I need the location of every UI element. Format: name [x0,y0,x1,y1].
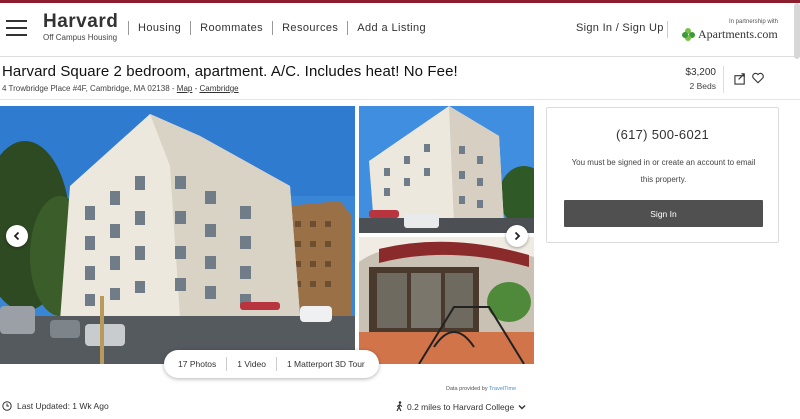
listing-title: Harvard Square 2 bedroom, apartment. A/C… [2,63,458,80]
contact-phone[interactable]: (617) 500-6021 [547,127,778,142]
gallery-prev-arrow[interactable] [6,225,28,247]
signin-link[interactable]: Sign In / Sign Up [576,22,664,34]
listing-price: $3,200 [685,67,716,78]
partner-logo[interactable]: In partnership with Apartments.com [682,19,782,41]
menu-icon[interactable] [6,20,27,36]
chevron-down-icon [518,404,526,409]
nav-housing[interactable]: Housing [128,21,190,35]
header-divider [667,21,668,38]
heart-icon[interactable] [752,72,764,84]
distance-dropdown[interactable]: 0.2 miles to Harvard College [395,401,526,412]
last-updated: Last Updated: 1 Wk Ago [2,401,109,411]
nav-resources[interactable]: Resources [272,21,347,35]
scrollbar[interactable] [794,3,800,59]
apartments-flower-icon [682,28,695,41]
listing-address: 4 Trowbridge Place #4F, Cambridge, MA 02… [2,84,239,93]
nav-add-listing[interactable]: Add a Listing [347,21,435,35]
chevron-right-icon [514,231,521,241]
data-provided-credit: Data provided by TravelTime [446,386,516,392]
address-text: 4 Trowbridge Place #4F, Cambridge, MA 02… [2,84,175,93]
listing-titlebar: Harvard Square 2 bedroom, apartment. A/C… [0,58,800,100]
main-nav: Housing Roommates Resources Add a Listin… [128,21,435,35]
video-button[interactable]: 1 Video [226,357,276,371]
matterport-button[interactable]: 1 Matterport 3D Tour [275,357,375,371]
listing-beds: 2 Beds [689,81,716,91]
media-bar: 17 Photos 1 Video 1 Matterport 3D Tour [164,350,379,378]
titlebar-divider [723,66,724,93]
gallery-next-arrow[interactable] [506,225,528,247]
data-provided-prefix: Data provided by [446,386,488,392]
brand-title: Harvard [43,11,119,32]
nav-roommates[interactable]: Roommates [190,21,272,35]
partner-caption: In partnership with [728,19,778,25]
distance-text: 0.2 miles to Harvard College [407,401,515,412]
share-icon[interactable] [734,72,747,85]
photos-button[interactable]: 17 Photos [168,357,226,371]
address-dash: - [194,84,198,93]
main-photo[interactable] [0,106,355,364]
signin-button[interactable]: Sign In [564,200,763,227]
partner-name: Apartments.com [698,27,778,41]
photo-gallery [0,106,534,380]
chevron-left-icon [13,231,20,241]
brand-subtitle: Off Campus Housing [43,33,118,42]
last-updated-text: Last Updated: 1 Wk Ago [17,401,109,411]
listing-meta-row: Last Updated: 1 Wk Ago 0.2 miles to Harv… [0,397,800,419]
brand-logo[interactable]: Harvard Off Campus Housing [43,12,118,43]
clock-icon [2,401,12,411]
contact-card: (617) 500-6021 You must be signed in or … [546,107,779,243]
contact-note: You must be signed in or create an accou… [571,158,756,184]
secondary-photo-1[interactable] [359,106,534,233]
walking-person-icon [396,401,403,412]
map-link[interactable]: Map [177,84,193,93]
area-link[interactable]: Cambridge [199,84,238,93]
secondary-photo-2[interactable] [359,237,534,364]
site-header: Harvard Off Campus Housing Housing Roomm… [0,3,800,57]
data-provided-source[interactable]: TravelTime [489,386,516,392]
